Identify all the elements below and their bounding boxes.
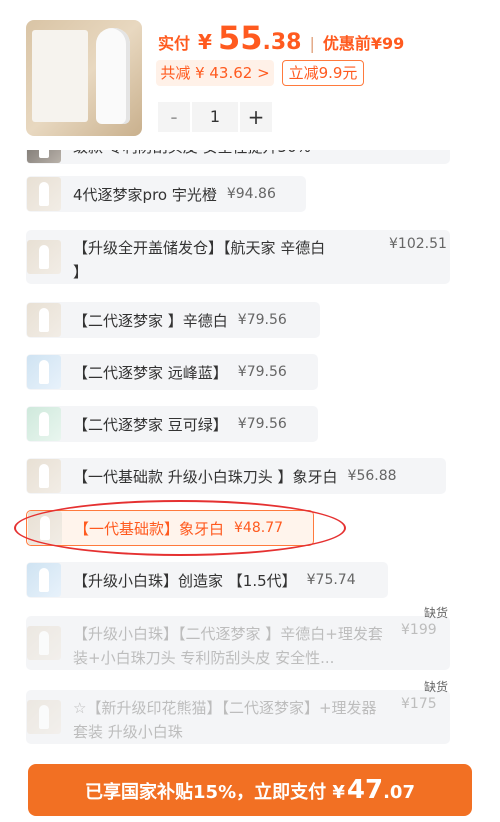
option-price: ¥79.56 [237, 364, 287, 380]
option-yidai-ivory-selected[interactable]: 【一代基础款】象牙白 ¥48.77 [26, 510, 314, 546]
option-thumbnail [28, 511, 62, 545]
option-price: ¥75.74 [306, 572, 356, 588]
original-price: ¥99 [370, 34, 405, 53]
option-thumbnail [27, 355, 61, 389]
quantity-decrease-button[interactable]: - [158, 102, 190, 132]
option-thumbnail [27, 240, 61, 274]
order-header: 实付 ¥ 55 .38 | 优惠前 ¥99 共减 ¥ 43.62 > 立减9.9… [0, 0, 500, 150]
currency-symbol: ¥ [198, 30, 212, 54]
product-box-art [32, 30, 88, 122]
option-label: 【一代基础款】象牙白 [74, 519, 225, 538]
quantity-increase-button[interactable]: + [240, 102, 272, 132]
option-price: ¥56.88 [347, 468, 397, 484]
out-of-stock-badge: 缺货 [423, 606, 448, 620]
pay-button-text: 已享国家补贴15%，立即支付 ¥ [85, 782, 345, 803]
pay-label: 实付 [158, 34, 191, 53]
price-separator: | [309, 34, 315, 53]
option-price: ¥48.77 [234, 520, 284, 536]
instant-discount-tag: 立减9.9元 [282, 60, 364, 86]
option-thumbnail [27, 626, 61, 660]
pay-amount-integer: 55 [217, 19, 263, 57]
option-label: 【二代逐梦家 豆可绿】 [73, 415, 228, 434]
option-label: 【一代基础款 升级小白珠刀头 】象牙白 [73, 467, 338, 486]
option-thumbnail [27, 303, 61, 337]
option-chuangzaojia[interactable]: 【升级小白珠】创造家 【1.5代】 ¥75.74 [26, 562, 388, 598]
option-label: 【升级小白珠】创造家 【1.5代】 [73, 571, 297, 590]
option-label: 4代逐梦家pro 宇光橙 [73, 185, 217, 204]
option-oos-set[interactable]: 【升级小白珠】【二代逐梦家 】辛德白+理发套装+小白珠刀头 专利防刮头皮 安全性… [26, 606, 450, 670]
original-price-label: 优惠前 [322, 34, 371, 53]
total-discount-tag[interactable]: 共减 ¥ 43.62 > [156, 60, 274, 86]
option-oos-panda[interactable]: ☆【新升级印花熊猫】【二代逐梦家】+理发器套装 升级小白珠 ¥175 缺货 [26, 680, 450, 744]
product-device-art [96, 28, 130, 124]
pay-button-amount-integer: 47 [346, 775, 384, 805]
option-yidai-upgrade[interactable]: 【一代基础款 升级小白珠刀头 】象牙白 ¥56.88 [26, 458, 446, 494]
option-erdai-white[interactable]: 【二代逐梦家 】辛德白 ¥79.56 [26, 302, 320, 338]
option-label: 【二代逐梦家 远峰蓝】 [73, 363, 228, 382]
pay-button-amount-decimal: .07 [383, 782, 415, 803]
option-label: 【升级小白珠】【二代逐梦家 】辛德白+理发套装+小白珠刀头 专利防刮头皮 安全性… [73, 625, 383, 667]
option-price: ¥79.56 [237, 312, 287, 328]
option-thumbnail [27, 177, 61, 211]
product-image [26, 20, 142, 136]
option-price: ¥79.56 [237, 416, 287, 432]
option-erdai-green[interactable]: 【二代逐梦家 豆可绿】 ¥79.56 [26, 406, 318, 442]
quantity-stepper: - 1 + [158, 102, 272, 132]
option-price: ¥102.51 [389, 236, 447, 252]
option-label: 【二代逐梦家 】辛德白 [73, 311, 228, 330]
option-4dai-pro-orange[interactable]: 4代逐梦家pro 宇光橙 ¥102.51 ¥94.86 [26, 176, 306, 212]
option-price: ¥199 [401, 622, 437, 638]
option-thumbnail [27, 459, 61, 493]
price-summary: 实付 ¥ 55 .38 | 优惠前 ¥99 [158, 22, 404, 55]
pay-amount-decimal: .38 [262, 30, 302, 55]
option-hangtian-white[interactable]: 【升级全开盖储发仓】【航天家 辛德白】 ¥102.51 [26, 230, 450, 284]
option-label: 【升级全开盖储发仓】【航天家 辛德白】 [73, 239, 326, 281]
out-of-stock-badge: 缺货 [423, 680, 448, 694]
option-erdai-blue[interactable]: 【二代逐梦家 远峰蓝】 ¥79.56 [26, 354, 318, 390]
option-price: ¥94.86 [226, 186, 276, 202]
option-label: ☆【新升级印花熊猫】【二代逐梦家】+理发器套装 升级小白珠 [73, 699, 377, 741]
pay-now-button[interactable]: 已享国家补贴15%，立即支付 ¥ 47 .07 [28, 764, 472, 816]
option-thumbnail [27, 407, 61, 441]
option-price: ¥175 [401, 696, 437, 712]
option-thumbnail [27, 563, 61, 597]
option-thumbnail [27, 700, 61, 734]
quantity-input[interactable]: 1 [192, 102, 238, 132]
